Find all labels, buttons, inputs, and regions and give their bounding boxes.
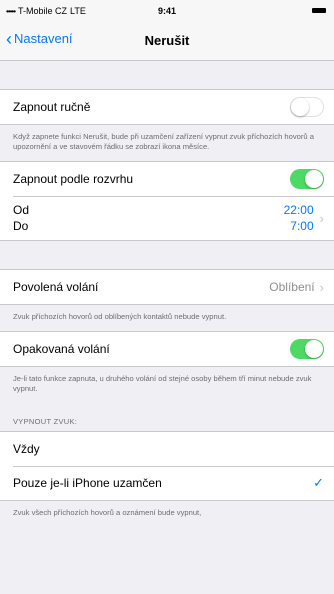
manual-group: Zapnout ručně bbox=[0, 89, 334, 125]
from-label: Od bbox=[13, 203, 30, 217]
schedule-label: Zapnout podle rozvrhu bbox=[13, 172, 134, 186]
repeated-calls-row: Opakovaná volání bbox=[0, 332, 334, 366]
manual-row: Zapnout ručně bbox=[0, 90, 334, 124]
manual-toggle[interactable] bbox=[290, 97, 324, 117]
repeated-calls-toggle[interactable] bbox=[290, 339, 324, 359]
status-bar: ••••• T-Mobile CZ LTE 9:41 bbox=[0, 0, 334, 22]
option-label: Pouze je-li iPhone uzamčen bbox=[13, 476, 162, 490]
checkmark-icon: ✓ bbox=[313, 475, 324, 490]
clock: 9:41 bbox=[157, 6, 176, 16]
silence-group: Vždy Pouze je-li iPhone uzamčen ✓ bbox=[0, 431, 334, 501]
silence-option-locked[interactable]: Pouze je-li iPhone uzamčen ✓ bbox=[0, 466, 334, 500]
silence-footer: Zvuk všech příchozích hovorů a oznámení … bbox=[13, 508, 202, 517]
allow-calls-footer: Zvuk příchozích hovorů od oblíbených kon… bbox=[13, 312, 227, 321]
to-label: Do bbox=[13, 219, 29, 233]
chevron-right-icon: › bbox=[319, 279, 324, 295]
allow-calls-value: Oblíbení bbox=[269, 280, 315, 294]
schedule-row: Zapnout podle rozvrhu bbox=[0, 162, 334, 196]
repeated-calls-group: Opakovaná volání bbox=[0, 331, 334, 367]
navigation-bar: ‹ Nastavení Nerušit bbox=[0, 22, 334, 61]
allow-calls-group: Povolená volání Oblíbení › bbox=[0, 269, 334, 305]
chevron-right-icon: › bbox=[319, 210, 324, 226]
schedule-times-row[interactable]: Od Do 22:00 7:00 › bbox=[0, 196, 334, 240]
from-time: 22:00 bbox=[283, 203, 314, 217]
manual-label: Zapnout ručně bbox=[13, 100, 91, 114]
allow-calls-row[interactable]: Povolená volání Oblíbení › bbox=[0, 270, 334, 304]
silence-header: VYPNOUT ZVUK: bbox=[13, 417, 78, 426]
schedule-group: Zapnout podle rozvrhu Od Do 22:00 7:00 › bbox=[0, 161, 334, 241]
manual-footer: Když zapnete funkci Nerušit, bude při uz… bbox=[13, 132, 314, 151]
toggle-knob bbox=[291, 98, 309, 116]
repeated-calls-footer: Je-li tato funkce zapnuta, u druhého vol… bbox=[13, 374, 312, 393]
toggle-knob bbox=[305, 340, 323, 358]
repeated-calls-label: Opakovaná volání bbox=[13, 342, 110, 356]
schedule-toggle[interactable] bbox=[290, 169, 324, 189]
option-label: Vždy bbox=[13, 442, 40, 456]
battery-icon bbox=[312, 8, 326, 13]
to-time: 7:00 bbox=[290, 219, 314, 233]
silence-option-always[interactable]: Vždy bbox=[0, 432, 334, 466]
toggle-knob bbox=[305, 170, 323, 188]
allow-calls-label: Povolená volání bbox=[13, 280, 99, 294]
page-title: Nerušit bbox=[144, 33, 190, 48]
